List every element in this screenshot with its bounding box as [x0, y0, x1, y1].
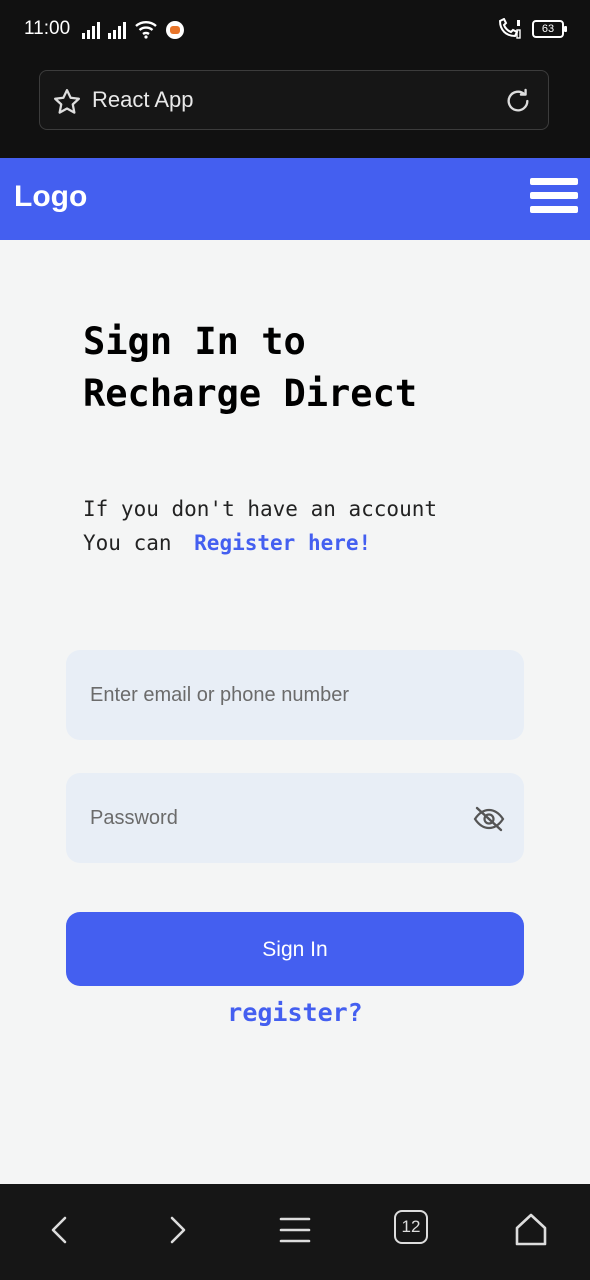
- star-icon[interactable]: [52, 87, 82, 117]
- password-field: [66, 773, 524, 863]
- heading-line-1: Sign In to: [83, 320, 306, 363]
- status-time: 11:00: [24, 18, 71, 39]
- wifi-icon: [135, 21, 157, 39]
- address-bar[interactable]: React App: [39, 70, 549, 130]
- email-input[interactable]: [66, 650, 524, 740]
- battery-icon: 63: [532, 20, 567, 38]
- signal-icon: [108, 21, 126, 39]
- browser-toolbar: React App: [0, 60, 590, 158]
- register-here-link[interactable]: Register here!: [194, 531, 371, 555]
- menu-icon[interactable]: [530, 178, 578, 220]
- heading-line-2: Recharge Direct: [83, 372, 418, 415]
- register-prompt: If you don't have an account You can Reg…: [83, 492, 437, 560]
- tabs-icon[interactable]: 12: [394, 1210, 428, 1244]
- forward-icon[interactable]: [157, 1210, 197, 1250]
- page-title: React App: [92, 87, 194, 112]
- register-prompt-line-2: You can Register here!: [83, 526, 437, 560]
- register-prompt-text: You can: [83, 531, 185, 555]
- page-heading: Sign In to Recharge Direct: [83, 316, 417, 420]
- menu-icon[interactable]: [275, 1210, 315, 1250]
- logo[interactable]: Logo: [14, 180, 87, 214]
- status-icons-left: [82, 19, 184, 39]
- app-navbar: Logo: [0, 158, 590, 240]
- register-prompt-line-1: If you don't have an account: [83, 497, 438, 521]
- notification-app-icon: [166, 21, 184, 39]
- back-icon[interactable]: [40, 1210, 80, 1250]
- eye-off-icon[interactable]: [472, 805, 506, 833]
- wifi-calling-icon: [498, 18, 521, 39]
- password-input[interactable]: [66, 773, 524, 863]
- status-bar: 11:00 63: [0, 0, 590, 60]
- home-icon[interactable]: [511, 1210, 551, 1250]
- reload-icon[interactable]: [504, 87, 532, 115]
- register-link[interactable]: register?: [0, 998, 590, 1027]
- signal-icon: [82, 21, 100, 39]
- email-field: [66, 650, 524, 740]
- status-icons-right: 63: [496, 18, 567, 40]
- sign-in-button[interactable]: Sign In: [66, 912, 524, 986]
- browser-bottom-nav: 12: [0, 1184, 590, 1280]
